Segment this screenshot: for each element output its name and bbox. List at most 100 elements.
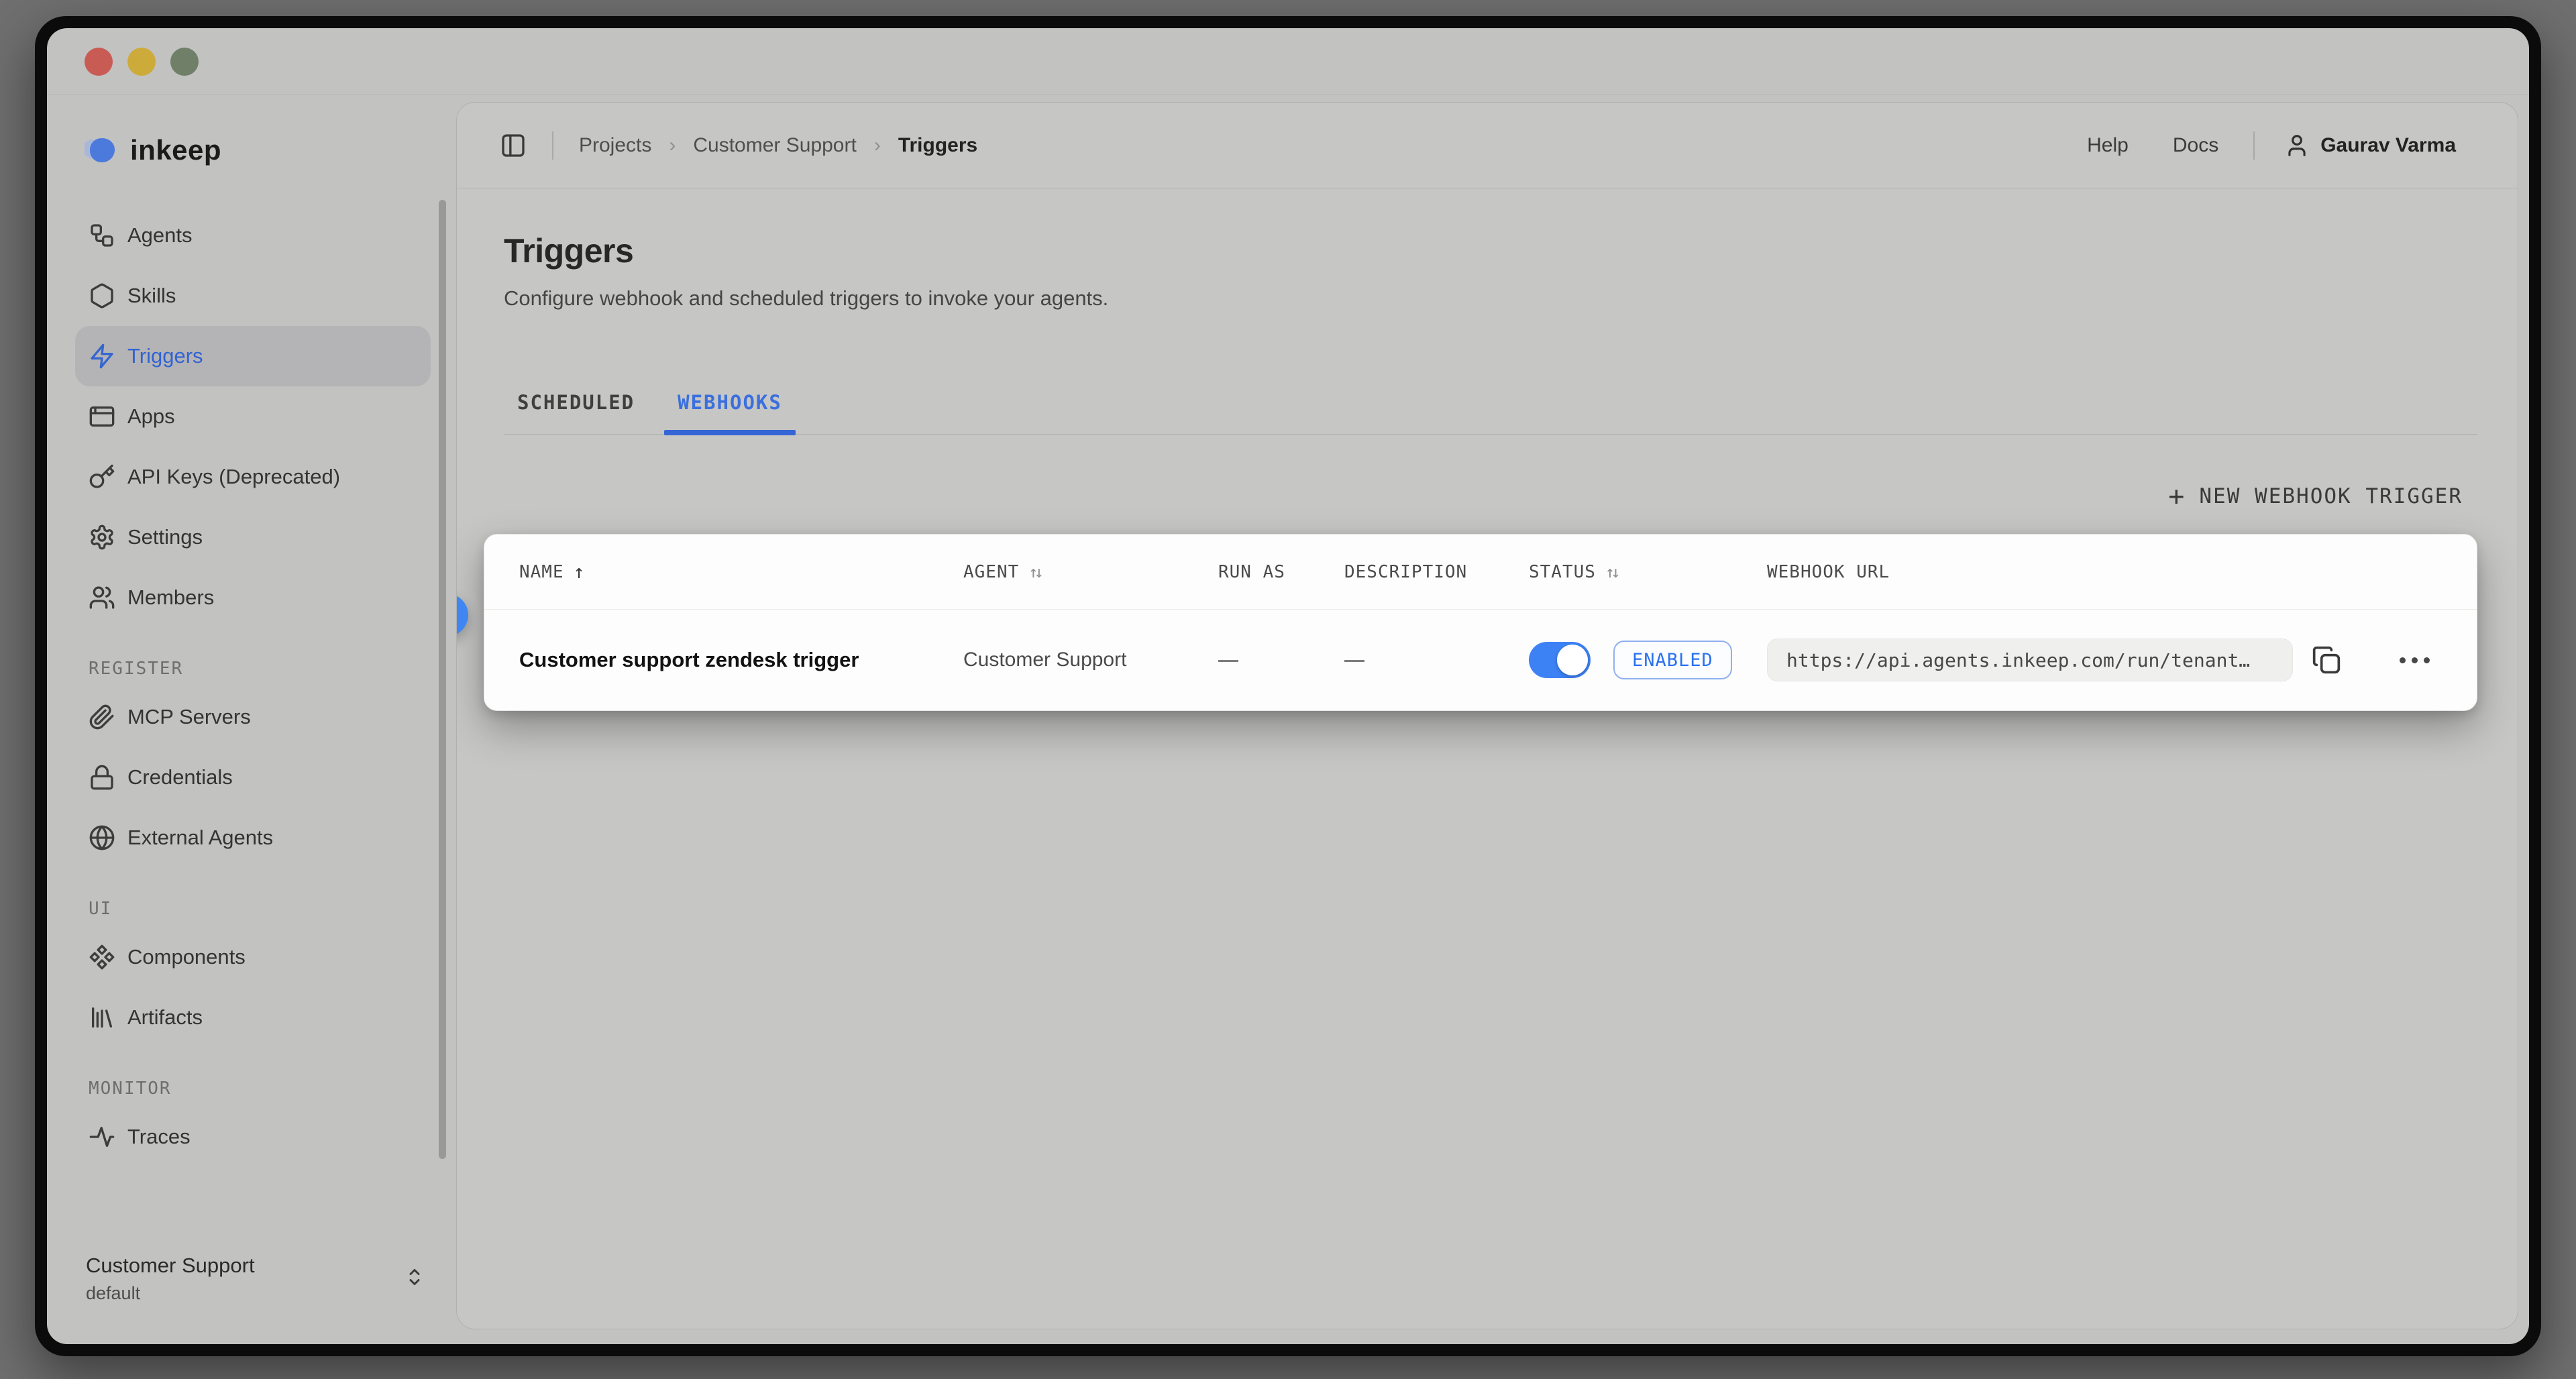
row-actions-menu-button[interactable] bbox=[2393, 651, 2436, 670]
tabs: SCHEDULED WEBHOOKS bbox=[504, 391, 2477, 435]
column-header-agent[interactable]: AGENT ↑↓ bbox=[963, 562, 1218, 582]
lock-icon bbox=[89, 764, 115, 791]
sidebar-item-apps[interactable]: Apps bbox=[75, 386, 431, 447]
panel-header: Projects › Customer Support › Triggers H… bbox=[457, 103, 2518, 188]
window-content: inkeep Agents Skills Triggers bbox=[47, 28, 2529, 1344]
sidebar-item-agents[interactable]: Agents bbox=[75, 205, 431, 266]
sidebar-nav: Agents Skills Triggers Apps bbox=[47, 205, 456, 1167]
breadcrumb-projects[interactable]: Projects bbox=[579, 134, 651, 157]
status-badge: ENABLED bbox=[1613, 641, 1732, 679]
column-header-webhook-url: WEBHOOK URL bbox=[1767, 562, 2436, 582]
sidebar-item-mcp-servers[interactable]: MCP Servers bbox=[75, 687, 431, 747]
help-link[interactable]: Help bbox=[2087, 134, 2129, 157]
sidebar-item-components[interactable]: Components bbox=[75, 927, 431, 987]
trigger-description: — bbox=[1344, 649, 1529, 671]
sidebar-toggle-button[interactable] bbox=[500, 132, 527, 159]
sidebar: inkeep Agents Skills Triggers bbox=[47, 95, 456, 1344]
docs-link[interactable]: Docs bbox=[2173, 134, 2218, 157]
ellipsis-icon bbox=[2412, 657, 2418, 663]
window-titlebar bbox=[47, 28, 2529, 95]
sort-icon: ↑↓ bbox=[1605, 563, 1621, 582]
trigger-run-as: — bbox=[1218, 649, 1344, 671]
page-content: Triggers Configure webhook and scheduled… bbox=[457, 188, 2518, 1329]
breadcrumb-customer-support[interactable]: Customer Support bbox=[693, 134, 856, 157]
column-header-run-as: RUN AS bbox=[1218, 562, 1344, 582]
sidebar-item-label: Settings bbox=[127, 525, 203, 549]
project-env: default bbox=[86, 1283, 255, 1304]
sidebar-section-register: REGISTER bbox=[89, 659, 456, 679]
sidebar-scrollbar[interactable] bbox=[439, 200, 446, 1159]
sidebar-item-credentials[interactable]: Credentials bbox=[75, 747, 431, 808]
sidebar-item-skills[interactable]: Skills bbox=[75, 266, 431, 326]
status-toggle[interactable] bbox=[1529, 642, 1591, 678]
sidebar-item-triggers[interactable]: Triggers bbox=[75, 326, 431, 386]
sidebar-item-label: External Agents bbox=[127, 826, 273, 850]
sidebar-section-monitor: MONITOR bbox=[89, 1079, 456, 1099]
header-divider bbox=[552, 131, 553, 160]
ellipsis-icon bbox=[2424, 657, 2430, 663]
panel-left-icon bbox=[500, 132, 527, 159]
toggle-knob bbox=[1557, 645, 1588, 675]
trigger-agent: Customer Support bbox=[963, 649, 1218, 671]
sidebar-item-label: Triggers bbox=[127, 344, 203, 368]
sidebar-item-label: Skills bbox=[127, 284, 176, 308]
tab-scheduled[interactable]: SCHEDULED bbox=[504, 391, 648, 434]
users-icon bbox=[89, 584, 115, 611]
sidebar-item-label: Apps bbox=[127, 404, 175, 429]
sort-icon: ↑↓ bbox=[1028, 563, 1044, 582]
user-icon bbox=[2284, 133, 2310, 158]
column-label: WEBHOOK URL bbox=[1767, 562, 1890, 582]
copy-url-button[interactable] bbox=[2312, 645, 2341, 675]
breadcrumb-separator: › bbox=[669, 134, 676, 157]
copy-icon bbox=[2312, 645, 2341, 675]
sidebar-item-external-agents[interactable]: External Agents bbox=[75, 808, 431, 868]
sidebar-item-settings[interactable]: Settings bbox=[75, 507, 431, 567]
project-switcher-labels: Customer Support default bbox=[86, 1254, 255, 1304]
inkeep-logo-icon bbox=[80, 135, 118, 166]
annotation-step-badge: 1 bbox=[456, 594, 468, 637]
sidebar-item-label: API Keys (Deprecated) bbox=[127, 465, 340, 489]
sidebar-item-members[interactable]: Members bbox=[75, 567, 431, 628]
sidebar-item-label: Traces bbox=[127, 1125, 191, 1149]
trigger-name: Customer support zendesk trigger bbox=[519, 648, 963, 672]
page-description: Configure webhook and scheduled triggers… bbox=[504, 286, 2477, 311]
sidebar-item-label: Agents bbox=[127, 223, 193, 247]
sidebar-item-api-keys[interactable]: API Keys (Deprecated) bbox=[75, 447, 431, 507]
new-webhook-trigger-label: NEW WEBHOOK TRIGGER bbox=[2199, 484, 2463, 508]
webhook-url-value[interactable]: https://api.agents.inkeep.com/run/tenant… bbox=[1767, 639, 2293, 681]
app-window: inkeep Agents Skills Triggers bbox=[35, 16, 2541, 1356]
sidebar-item-label: Components bbox=[127, 945, 246, 969]
project-switcher[interactable]: Customer Support default bbox=[47, 1254, 456, 1344]
component-icon bbox=[89, 944, 115, 971]
project-name: Customer Support bbox=[86, 1254, 255, 1278]
triggers-table-card: 1 NAME ↑ AGENT ↑↓ RUN AS bbox=[484, 534, 2477, 711]
sidebar-item-artifacts[interactable]: Artifacts bbox=[75, 987, 431, 1048]
column-label: NAME bbox=[519, 562, 564, 582]
column-header-status[interactable]: STATUS ↑↓ bbox=[1529, 562, 1767, 582]
trigger-url-cell: https://api.agents.inkeep.com/run/tenant… bbox=[1767, 639, 2436, 681]
chevrons-up-down-icon bbox=[402, 1265, 427, 1292]
traffic-light-minimize-button[interactable] bbox=[127, 48, 156, 76]
column-header-description: DESCRIPTION bbox=[1344, 562, 1529, 582]
sidebar-item-label: Members bbox=[127, 586, 214, 610]
column-header-name[interactable]: NAME ↑ bbox=[519, 561, 963, 583]
app-window-icon bbox=[89, 403, 115, 430]
new-webhook-trigger-button[interactable]: + NEW WEBHOOK TRIGGER bbox=[2168, 483, 2463, 510]
workflow-icon bbox=[89, 222, 115, 249]
traffic-light-close-button[interactable] bbox=[85, 48, 113, 76]
globe-icon bbox=[89, 824, 115, 851]
user-menu[interactable]: Gaurav Varma bbox=[2284, 133, 2456, 158]
hexagon-icon bbox=[89, 282, 115, 309]
ellipsis-icon bbox=[2400, 657, 2406, 663]
main-panel: Projects › Customer Support › Triggers H… bbox=[456, 102, 2518, 1329]
table-row[interactable]: Customer support zendesk trigger Custome… bbox=[484, 610, 2477, 710]
inkeep-logo[interactable]: inkeep bbox=[47, 95, 456, 166]
column-label: AGENT bbox=[963, 562, 1019, 582]
gear-icon bbox=[89, 524, 115, 551]
sidebar-item-label: Credentials bbox=[127, 765, 233, 789]
sidebar-item-traces[interactable]: Traces bbox=[75, 1107, 431, 1167]
breadcrumb-triggers: Triggers bbox=[898, 134, 977, 157]
tab-webhooks[interactable]: WEBHOOKS bbox=[664, 391, 796, 434]
breadcrumb: Projects › Customer Support › Triggers bbox=[579, 134, 977, 157]
traffic-light-zoom-button[interactable] bbox=[170, 48, 199, 76]
